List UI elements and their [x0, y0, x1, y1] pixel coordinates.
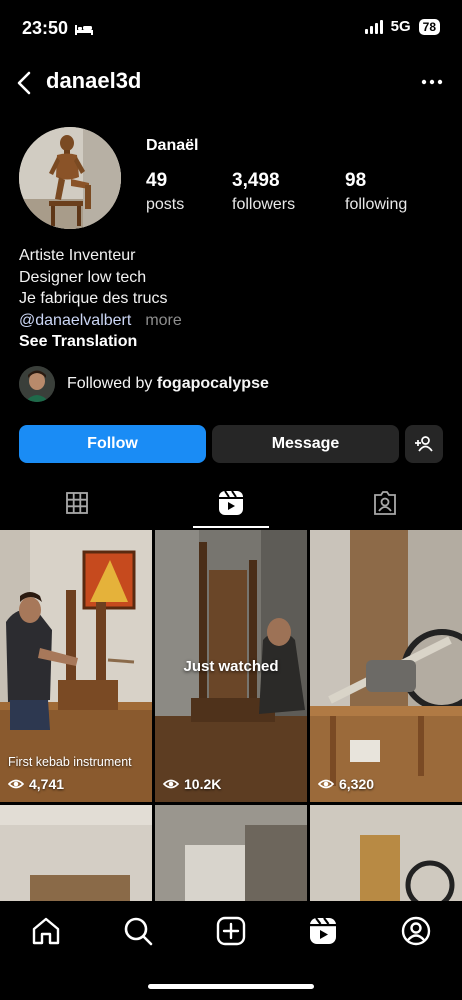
reel-views: 6,320 — [318, 776, 374, 792]
sleep-bed-icon — [75, 24, 94, 35]
bio-mention-link[interactable]: @danaelvalbert — [19, 312, 131, 329]
views-count: 6,320 — [339, 776, 375, 792]
posts-count: 49 — [146, 170, 168, 191]
followed-by-user[interactable]: fogapocalypse — [157, 375, 269, 392]
more-options-icon[interactable] — [420, 70, 444, 94]
reel-thumbnail[interactable]: Just watched 10.2K — [155, 530, 307, 802]
profile-username: danael3d — [46, 68, 142, 93]
status-time: 23:50 — [22, 18, 94, 39]
posts-label: posts — [146, 196, 185, 213]
following-label: following — [345, 196, 408, 213]
follower-avatar — [19, 366, 55, 402]
bio-more-link[interactable]: more — [145, 312, 181, 329]
stat-followers[interactable]: 3,498 followers — [232, 170, 295, 214]
reel-caption: First kebab instrument — [8, 755, 132, 769]
tagged-icon — [374, 491, 396, 515]
reel-thumbnail[interactable]: 6,320 — [310, 530, 462, 802]
views-count: 10.2K — [184, 776, 222, 792]
reel-views: 10.2K — [163, 776, 221, 792]
grid-icon — [66, 492, 88, 514]
bio-line: Artiste Inventeur — [19, 247, 136, 264]
add-person-icon — [415, 436, 433, 452]
see-translation-link[interactable]: See Translation — [19, 331, 182, 353]
views-count: 4,741 — [29, 776, 65, 792]
eye-icon — [318, 779, 334, 789]
just-watched-overlay: Just watched — [183, 658, 279, 675]
followers-label: followers — [232, 196, 296, 213]
stat-posts[interactable]: 49 posts — [146, 170, 184, 214]
reel-thumbnail[interactable]: First kebab instrument 4,741 — [0, 530, 152, 802]
bio-line: Designer low tech — [19, 268, 147, 286]
tab-grid[interactable] — [57, 488, 97, 518]
reel-thumbnail[interactable] — [310, 805, 462, 901]
profile-avatar[interactable] — [19, 127, 121, 229]
followed-by-prefix: Followed by — [67, 375, 157, 392]
home-icon[interactable] — [30, 915, 62, 947]
followed-by-text: Followed by fogapocalypse — [67, 375, 269, 393]
profile-bio: Artiste Inventeur Designer low tech Je f… — [19, 245, 182, 353]
back-arrow-icon[interactable] — [10, 68, 40, 98]
status-indicators: 5G 78 — [364, 18, 440, 35]
create-icon[interactable] — [215, 915, 247, 947]
followers-count: 3,498 — [232, 170, 280, 191]
signal-icon — [364, 19, 383, 34]
reel-thumbnail[interactable] — [0, 805, 152, 901]
eye-icon — [8, 779, 24, 789]
bio-line: Je fabrique des trucs — [19, 290, 168, 307]
network-type: 5G — [390, 18, 411, 35]
reel-views: 4,741 — [8, 776, 64, 792]
time-text: 23:50 — [22, 18, 69, 38]
home-indicator — [148, 984, 314, 989]
reel-thumbnail[interactable] — [155, 805, 307, 901]
display-name: Danaël — [146, 137, 199, 154]
tab-tagged[interactable] — [365, 488, 405, 518]
eye-icon — [163, 779, 179, 789]
stat-following[interactable]: 98 following — [345, 170, 407, 214]
following-count: 98 — [345, 170, 367, 191]
follow-button[interactable]: Follow — [19, 425, 206, 463]
battery-icon: 78 — [418, 18, 440, 35]
active-tab-indicator — [193, 526, 269, 528]
suggested-users-button[interactable] — [405, 425, 443, 463]
tab-reels[interactable] — [211, 488, 251, 518]
reels-icon — [219, 490, 243, 515]
followed-by-row[interactable]: Followed by fogapocalypse — [19, 366, 269, 402]
message-button[interactable]: Message — [212, 425, 399, 463]
reels-nav-icon[interactable] — [307, 915, 339, 947]
profile-icon[interactable] — [400, 915, 432, 947]
search-icon[interactable] — [122, 915, 154, 947]
